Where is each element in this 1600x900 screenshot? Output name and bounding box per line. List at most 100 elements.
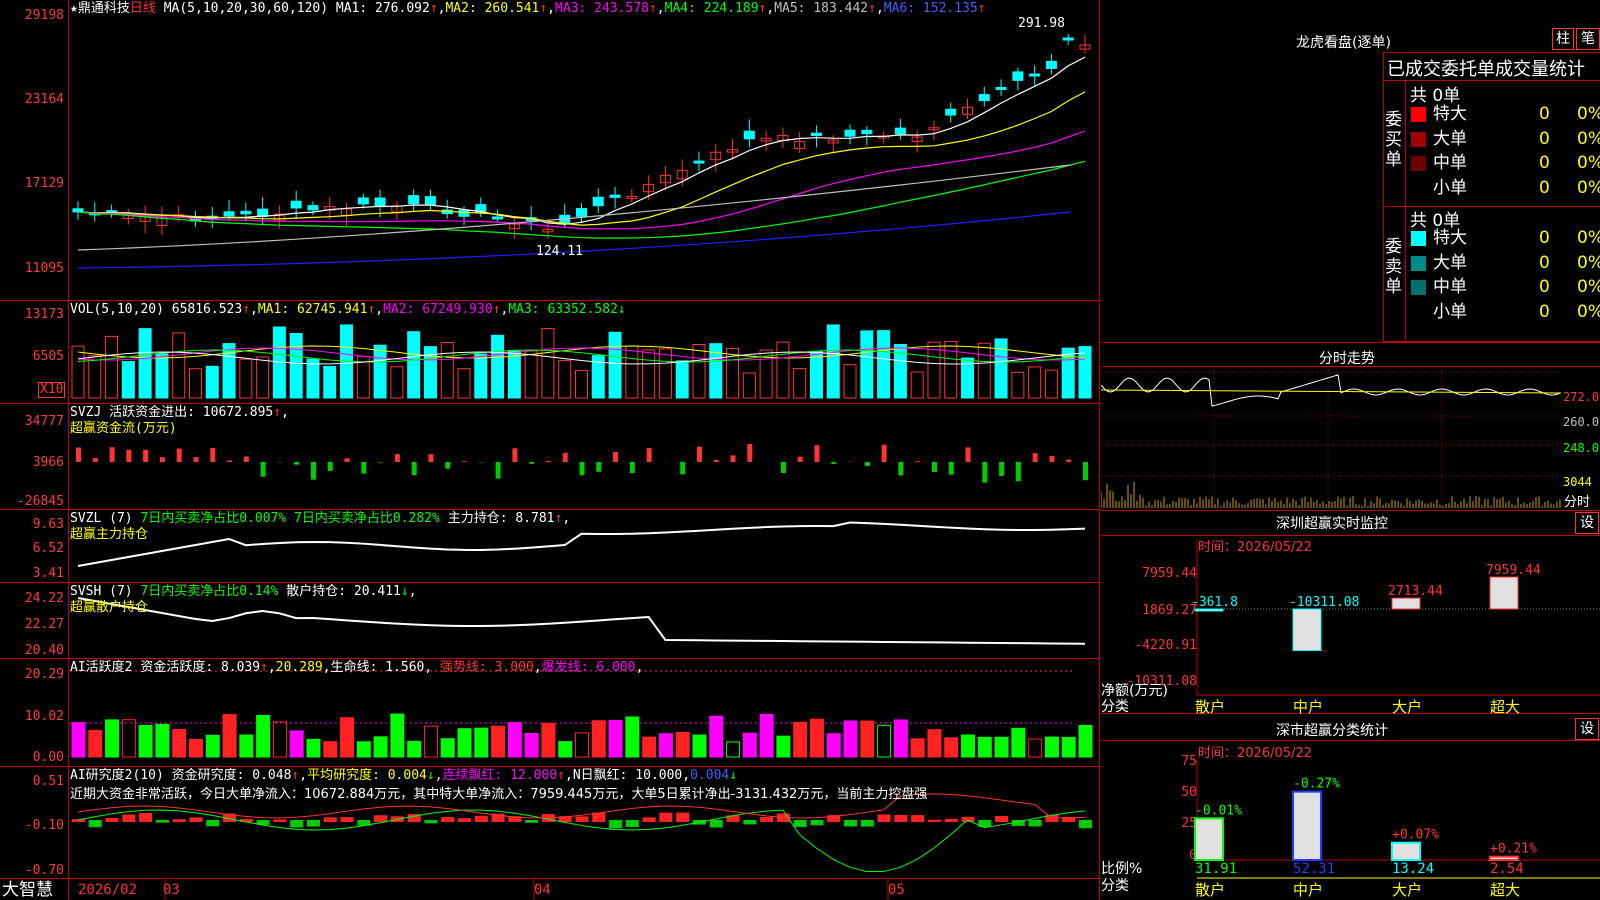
volume-bar xyxy=(910,371,924,399)
ai2-bar xyxy=(88,820,102,828)
svzj-axis-1: 34777 xyxy=(24,414,64,429)
row-label: 中单 xyxy=(1433,153,1467,173)
ai2-bar xyxy=(525,820,539,823)
candle-body xyxy=(424,196,436,205)
svzl-axis-1: 9.63 xyxy=(32,517,64,532)
row-percent: 0% xyxy=(1577,177,1600,198)
svzj-bar xyxy=(1083,462,1088,481)
svzj-header: SVZJ 活跃资金进出: 10672.895↑, xyxy=(70,405,289,420)
candle-body xyxy=(810,132,822,137)
volume-unit-badge: X10 xyxy=(38,382,66,398)
volume-bar xyxy=(524,350,538,399)
ma1-value: MA1: 276.092 xyxy=(335,1,430,16)
svzl-subtitle: 超赢主力持仓 xyxy=(70,527,149,542)
ai1-bar xyxy=(138,724,153,758)
ai1-bar xyxy=(625,716,640,758)
svsh-line xyxy=(77,597,1086,645)
volume-bar xyxy=(457,368,471,399)
main-chart-svg[interactable] xyxy=(0,0,1100,900)
ma-label: MA(5,10,20,30,60,120) xyxy=(163,1,329,16)
period-label[interactable]: 日线 xyxy=(130,1,156,16)
volume-bar xyxy=(138,328,152,399)
volume-bar xyxy=(105,335,119,399)
ai1-bar xyxy=(910,738,925,758)
candle-body xyxy=(576,208,587,217)
monitor-bar-label: 2713.44 xyxy=(1388,584,1443,599)
svzj-bar xyxy=(713,459,719,462)
candle-body xyxy=(894,127,906,135)
ai2-bar xyxy=(122,814,136,822)
ai2-bar xyxy=(340,817,354,822)
ai1-bar xyxy=(289,730,304,758)
ai1-b: 20.289 xyxy=(275,660,323,675)
monitor-bar xyxy=(1391,597,1421,610)
color-swatch xyxy=(1411,107,1426,122)
candle-body xyxy=(307,205,319,211)
volume-bar xyxy=(809,350,823,399)
volume-bar xyxy=(944,340,958,399)
candle-body xyxy=(1062,37,1074,41)
ai2-axis-3: -0.70 xyxy=(24,863,64,878)
ai2-bar xyxy=(911,815,925,822)
candle-body xyxy=(592,196,604,207)
main-chart-area[interactable]: 29198 23164 17129 11095 ★鼎通科技日线 MA(5,10,… xyxy=(0,0,1100,900)
ai1-bar xyxy=(793,721,808,758)
svzj-bar xyxy=(260,462,266,477)
stats-value-label: 13.24 xyxy=(1392,861,1434,877)
svzj-bar xyxy=(680,462,686,475)
ma2-value: MA2: 260.541 xyxy=(445,1,540,16)
ai2-bar xyxy=(860,820,874,827)
stats-category: 大户 xyxy=(1392,881,1422,899)
svsh-axis-1: 24.22 xyxy=(24,591,64,606)
ai1-bar xyxy=(340,717,355,758)
volume-axis-1: 13173 xyxy=(24,307,64,322)
svzj-bar xyxy=(361,462,367,474)
ai2-d: N日飘红: 10.000 xyxy=(572,768,683,783)
ai2-bar xyxy=(844,820,858,827)
volume-bar xyxy=(692,344,706,399)
svzj-bar xyxy=(596,462,602,472)
ai2-axis-2: -0.10 xyxy=(24,818,64,833)
stock-name[interactable]: 鼎通科技 xyxy=(78,1,130,16)
svzj-bar xyxy=(545,460,551,462)
star-icon[interactable]: ★ xyxy=(70,1,78,16)
candle-body xyxy=(945,108,957,116)
svzj-axis-2: 3966 xyxy=(32,455,64,470)
ma4-value: MA4: 224.189 xyxy=(664,1,759,16)
svzj-bar xyxy=(529,462,535,464)
monitor-category: 超大 xyxy=(1490,698,1520,716)
ai2-bar xyxy=(1079,820,1092,829)
ai1-bar xyxy=(524,732,539,758)
candle-body xyxy=(1012,71,1024,81)
ai1-bar xyxy=(994,736,1009,758)
ai1-e: 爆发线: 6.000 xyxy=(541,660,636,675)
ai2-c: 连续飘红: 12.000 xyxy=(442,768,558,783)
row-percent: 0% xyxy=(1577,228,1600,248)
ai1-bar xyxy=(642,736,657,758)
ai1-bar xyxy=(726,741,741,758)
volume-bar xyxy=(289,332,303,399)
svzj-bar xyxy=(143,449,149,462)
ai1-bar xyxy=(826,733,841,758)
stats-bar xyxy=(1391,841,1421,861)
volume-bar xyxy=(793,368,807,399)
ai1-bar xyxy=(323,741,338,758)
kline-axis-3: 17129 xyxy=(24,176,64,191)
volume-bar xyxy=(843,364,857,399)
stats-category: 散户 xyxy=(1195,881,1225,899)
ai1-bar xyxy=(105,719,120,758)
svsh-a: 7日内买卖净占比0.14% xyxy=(140,584,279,599)
ai2-bar xyxy=(189,817,203,822)
ai2-bar xyxy=(894,814,908,822)
x-label-2: 03 xyxy=(163,882,180,898)
ai1-bar xyxy=(1044,736,1059,758)
svzj-bar xyxy=(76,447,81,462)
ai1-bar xyxy=(1011,727,1026,758)
ai1-bar xyxy=(423,725,438,758)
svsh-subtitle: 超赢散户持仓 xyxy=(70,600,149,615)
candle-body xyxy=(357,197,369,205)
ai1-bar xyxy=(440,738,455,758)
ai1-bar xyxy=(591,720,606,758)
row-percent: 0% xyxy=(1577,252,1600,273)
stats-change-label: +0.21% xyxy=(1490,842,1537,857)
